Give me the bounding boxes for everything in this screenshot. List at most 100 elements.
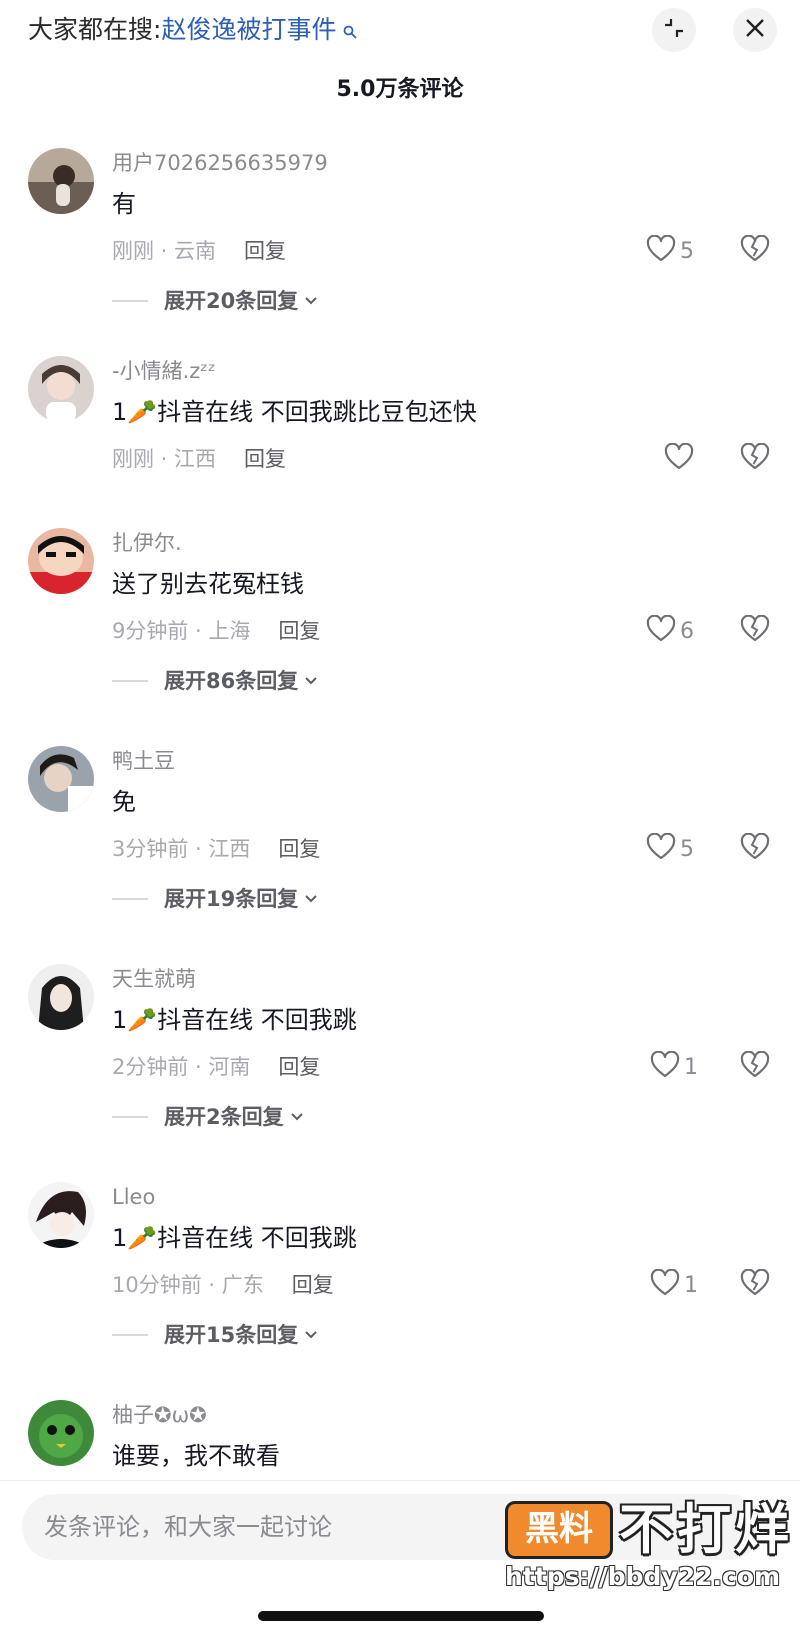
trending-search-keyword[interactable]: 赵俊逸被打事件 <box>161 15 336 44</box>
watermark-title: 不打烊 <box>619 1498 793 1561</box>
magnifier-icon <box>338 25 357 43</box>
like-count: 1 <box>684 1054 698 1080</box>
avatar[interactable] <box>28 746 94 812</box>
comment-time-location: 刚刚 · 江西 <box>112 447 217 471</box>
comment-time-location: 3分钟前 · 江西 <box>112 837 251 861</box>
heart-icon <box>664 442 694 475</box>
comment-count-title: 5.0万条评论 <box>336 77 464 102</box>
reply-button[interactable]: 回复 <box>278 619 320 643</box>
reply-button[interactable]: 回复 <box>278 837 320 861</box>
trending-search-prefix: 大家都在搜: <box>28 15 162 44</box>
top-bar: 大家都在搜:赵俊逸被打事件 <box>0 0 800 62</box>
expand-replies-button[interactable]: 展开20条回复 <box>112 286 318 316</box>
comment-username[interactable]: 天生就萌 <box>112 964 196 994</box>
comment-meta: 刚刚 · 江西 回复 <box>112 444 286 474</box>
close-icon <box>744 17 766 43</box>
like-button[interactable]: 5 <box>646 832 694 866</box>
broken-heart-icon <box>740 1050 770 1083</box>
broken-heart-icon <box>740 614 770 647</box>
divider <box>112 898 148 900</box>
dislike-button[interactable] <box>738 1050 772 1084</box>
comment-text: 1🥕抖音在线 不回我跳 <box>112 1006 357 1034</box>
divider <box>112 300 148 302</box>
avatar[interactable] <box>28 148 94 214</box>
like-count: 6 <box>680 618 694 644</box>
comment-text: 送了别去花冤枉钱 <box>112 570 304 598</box>
expand-replies-button[interactable]: 展开86条回复 <box>112 666 318 696</box>
collapse-button[interactable] <box>652 8 696 52</box>
watermark: 黑料 不打烊 https://bbdy22.com <box>505 1495 789 1600</box>
expand-replies-label: 展开19条回复 <box>164 887 299 911</box>
like-count: 1 <box>684 1272 698 1298</box>
dislike-button[interactable] <box>738 234 772 268</box>
comment-text: 免 <box>112 788 136 816</box>
expand-replies-label: 展开20条回复 <box>164 289 299 313</box>
collapse-icon <box>662 16 686 44</box>
watermark-badge: 黑料 <box>505 1501 613 1559</box>
comment-meta: 9分钟前 · 上海 回复 <box>112 616 320 646</box>
chevron-down-icon <box>304 296 318 306</box>
like-count: 5 <box>680 836 694 862</box>
chevron-down-icon <box>304 1330 318 1340</box>
comment-username[interactable]: 鸭土豆 <box>112 746 175 776</box>
broken-heart-icon <box>740 234 770 267</box>
chevron-down-icon <box>304 676 318 686</box>
divider <box>112 1116 148 1118</box>
heart-icon <box>650 1050 680 1083</box>
expand-replies-label: 展开2条回复 <box>164 1105 284 1129</box>
like-count: 5 <box>680 238 694 264</box>
comment-time-location: 刚刚 · 云南 <box>112 239 217 263</box>
heart-icon <box>646 614 676 647</box>
comment-username[interactable]: 柚子✪ω✪ <box>112 1400 207 1430</box>
comment-input-placeholder: 发条评论，和大家一起讨论 <box>44 1513 332 1541</box>
avatar[interactable] <box>28 528 94 594</box>
reply-button[interactable]: 回复 <box>244 239 286 263</box>
comment-meta: 10分钟前 · 广东 回复 <box>112 1270 334 1300</box>
broken-heart-icon <box>740 832 770 865</box>
comment-username[interactable]: Lleo <box>112 1182 155 1212</box>
comment-text: 1🥕抖音在线 不回我跳比豆包还快 <box>112 398 477 426</box>
comment-meta: 2分钟前 · 河南 回复 <box>112 1052 320 1082</box>
expand-replies-button[interactable]: 展开15条回复 <box>112 1320 318 1350</box>
like-button[interactable]: 1 <box>650 1268 698 1302</box>
reply-button[interactable]: 回复 <box>244 447 286 471</box>
reply-button[interactable]: 回复 <box>292 1273 334 1297</box>
avatar[interactable] <box>28 356 94 422</box>
avatar[interactable] <box>28 1400 94 1466</box>
chevron-down-icon <box>290 1112 304 1122</box>
avatar[interactable] <box>28 964 94 1030</box>
divider <box>112 680 148 682</box>
dislike-button[interactable] <box>738 614 772 648</box>
dislike-button[interactable] <box>738 832 772 866</box>
trending-search-hint[interactable]: 大家都在搜:赵俊逸被打事件 <box>28 12 357 48</box>
comment-meta: 刚刚 · 云南 回复 <box>112 236 286 266</box>
avatar[interactable] <box>28 1182 94 1248</box>
like-button[interactable]: 1 <box>650 1050 698 1084</box>
close-button[interactable] <box>733 8 777 52</box>
comment-text: 1🥕抖音在线 不回我跳 <box>112 1224 357 1252</box>
dislike-button[interactable] <box>738 1268 772 1302</box>
comment-meta: 3分钟前 · 江西 回复 <box>112 834 320 864</box>
home-indicator <box>258 1611 544 1621</box>
broken-heart-icon <box>740 1268 770 1301</box>
like-button[interactable]: 6 <box>646 614 694 648</box>
expand-replies-button[interactable]: 展开2条回复 <box>112 1102 304 1132</box>
like-button[interactable] <box>664 442 694 476</box>
divider <box>112 1334 148 1336</box>
comment-time-location: 10分钟前 · 广东 <box>112 1273 264 1297</box>
comment-username[interactable]: -小情緒.zᶻᶻ <box>112 356 216 386</box>
heart-icon <box>650 1268 680 1301</box>
broken-heart-icon <box>740 442 770 475</box>
reply-button[interactable]: 回复 <box>278 1055 320 1079</box>
expand-replies-label: 展开86条回复 <box>164 669 299 693</box>
chevron-down-icon <box>304 894 318 904</box>
dislike-button[interactable] <box>738 442 772 476</box>
comment-text: 有 <box>112 190 136 218</box>
heart-icon <box>646 234 676 267</box>
comment-username[interactable]: 用户7026256635979 <box>112 148 328 178</box>
comment-time-location: 9分钟前 · 上海 <box>112 619 251 643</box>
watermark-url: https://bbdy22.com <box>505 1562 781 1591</box>
comment-username[interactable]: 扎伊尔. <box>112 528 182 558</box>
like-button[interactable]: 5 <box>646 234 694 268</box>
expand-replies-button[interactable]: 展开19条回复 <box>112 884 318 914</box>
